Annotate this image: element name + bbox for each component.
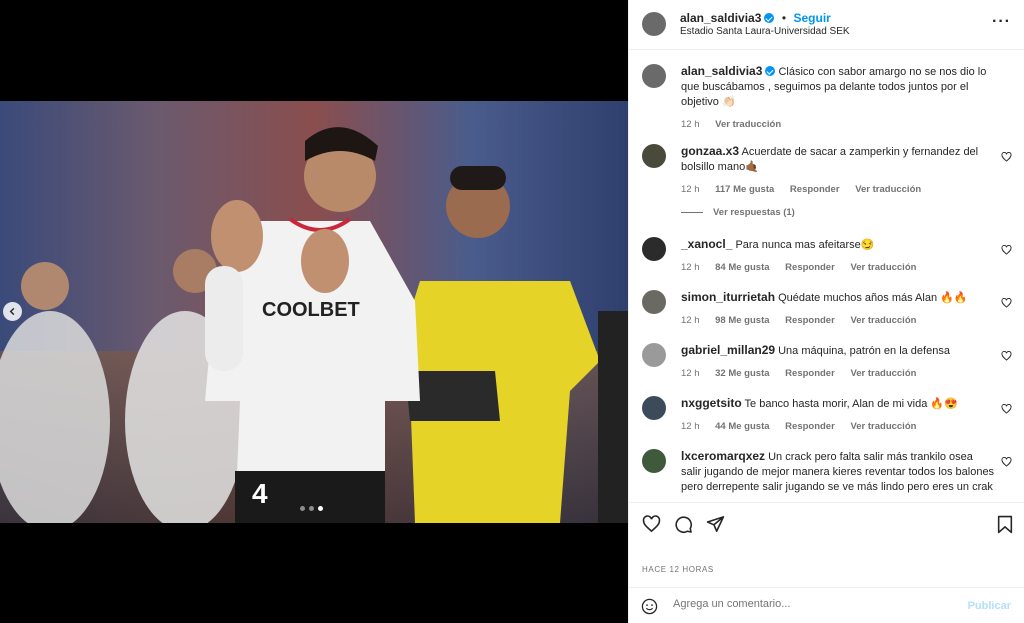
avatar[interactable] xyxy=(642,343,666,367)
author-username[interactable]: alan_saldivia3 xyxy=(680,11,761,25)
comment-text: Te banco hasta morir, Alan de mi vida 🔥😍 xyxy=(744,398,958,410)
view-replies-button[interactable]: Ver respuestas (1) xyxy=(681,207,795,218)
comment-username[interactable]: gonzaa.x3 xyxy=(681,144,739,158)
avatar[interactable] xyxy=(642,237,666,261)
separator-dot: • xyxy=(781,11,787,25)
post-photo: COOLBET 4 xyxy=(0,101,628,523)
reply-button[interactable]: Responder xyxy=(785,315,835,326)
translate-button[interactable]: Ver traducción xyxy=(855,184,921,195)
comment-username[interactable]: gabriel_millan29 xyxy=(681,343,775,357)
comment-likes[interactable]: 98 Me gusta xyxy=(715,315,769,326)
comment-icon[interactable] xyxy=(674,515,693,534)
reply-button[interactable]: Responder xyxy=(790,184,840,195)
reply-button[interactable]: Responder xyxy=(785,262,835,273)
comment-text: Una máquina, patrón en la defensa xyxy=(778,345,950,357)
translate-button[interactable]: Ver traducción xyxy=(850,421,916,432)
share-icon[interactable] xyxy=(706,515,725,533)
translate-button[interactable]: Ver traducción xyxy=(850,315,916,326)
translate-button[interactable]: Ver traducción xyxy=(715,119,781,130)
comment-likes[interactable]: 44 Me gusta xyxy=(715,421,769,432)
bookmark-icon[interactable] xyxy=(997,515,1013,534)
post-header: alan_saldivia3 • Seguir Estadio Santa La… xyxy=(629,0,1024,50)
heart-icon[interactable] xyxy=(1001,245,1012,255)
heart-icon[interactable] xyxy=(1001,404,1012,414)
heart-icon[interactable] xyxy=(1001,351,1012,361)
comment-time[interactable]: 12 h xyxy=(681,262,700,273)
svg-text:COOLBET: COOLBET xyxy=(262,299,360,321)
comment-time[interactable]: 12 h xyxy=(681,184,700,195)
replies-label: Ver respuestas (1) xyxy=(713,207,795,218)
comment-likes[interactable]: 84 Me gusta xyxy=(715,262,769,273)
action-bar xyxy=(629,502,1024,546)
comment-username[interactable]: _xanocl_ xyxy=(681,237,732,251)
comment-likes[interactable]: 117 Me gusta xyxy=(715,184,774,195)
avatar[interactable] xyxy=(642,290,666,314)
avatar[interactable] xyxy=(642,449,666,473)
replies-divider xyxy=(681,211,703,213)
caption-time[interactable]: 12 h xyxy=(681,119,700,130)
reply-button[interactable]: Responder xyxy=(785,421,835,432)
post-timestamp[interactable]: HACE 12 HORAS xyxy=(642,565,714,574)
media-viewer: COOLBET 4 xyxy=(0,0,628,623)
verified-icon xyxy=(765,66,776,76)
caption-username[interactable]: alan_saldivia3 xyxy=(681,64,762,78)
comments-list: alan_saldivia3 Clásico con sabor amargo … xyxy=(629,51,1024,502)
comment-username[interactable]: nxggetsito xyxy=(681,396,742,410)
translate-button[interactable]: Ver traducción xyxy=(850,368,916,379)
verified-icon xyxy=(764,13,775,23)
post-photo-image: COOLBET 4 xyxy=(0,101,628,523)
avatar[interactable] xyxy=(642,396,666,420)
carousel-indicator xyxy=(300,506,323,511)
comment-time[interactable]: 12 h xyxy=(681,315,700,326)
comment-input[interactable] xyxy=(673,598,953,610)
comment-time[interactable]: 12 h xyxy=(681,368,700,379)
post-location[interactable]: Estadio Santa Laura-Universidad SEK xyxy=(680,26,850,37)
comment-text: Para nunca mas afeitarse😏 xyxy=(735,239,875,251)
carousel-dot xyxy=(300,506,305,511)
comment-username[interactable]: simon_iturrietah xyxy=(681,290,775,304)
avatar[interactable] xyxy=(642,12,666,36)
post-panel: alan_saldivia3 • Seguir Estadio Santa La… xyxy=(628,0,1024,623)
more-icon[interactable]: ··· xyxy=(992,13,1011,31)
reply-button[interactable]: Responder xyxy=(785,368,835,379)
avatar[interactable] xyxy=(642,64,666,88)
follow-button[interactable]: Seguir xyxy=(794,11,831,25)
chevron-left-icon xyxy=(9,307,15,316)
heart-icon[interactable] xyxy=(1001,298,1012,308)
svg-text:4: 4 xyxy=(252,478,268,509)
carousel-prev-button[interactable] xyxy=(3,302,22,321)
heart-icon[interactable] xyxy=(1001,457,1012,467)
avatar[interactable] xyxy=(642,144,666,168)
heart-icon[interactable] xyxy=(642,515,661,533)
comment-composer: Publicar xyxy=(629,587,1024,623)
carousel-dot xyxy=(309,506,314,511)
comment-time[interactable]: 12 h xyxy=(681,421,700,432)
comment-text: Quédate muchos años más Alan 🔥🔥 xyxy=(778,292,968,304)
emoji-icon[interactable] xyxy=(641,598,658,615)
translate-button[interactable]: Ver traducción xyxy=(850,262,916,273)
comment-likes[interactable]: 32 Me gusta xyxy=(715,368,769,379)
heart-icon[interactable] xyxy=(1001,152,1012,162)
post-comment-button[interactable]: Publicar xyxy=(968,600,1011,612)
carousel-dot-active xyxy=(318,506,323,511)
comment-username[interactable]: lxceromarqxez xyxy=(681,449,765,463)
